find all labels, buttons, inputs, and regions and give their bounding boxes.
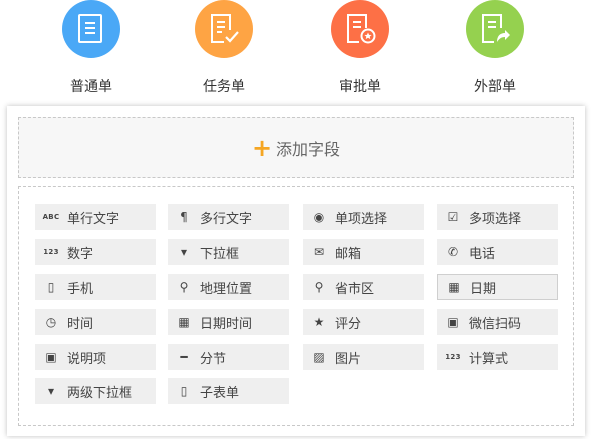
field-type-label: 单项选择 [335, 211, 388, 227]
field-type-tile[interactable]: ☑ 多项选择 [437, 204, 558, 230]
formula-icon: 123 [445, 353, 461, 361]
field-type-label: 日期时间 [200, 316, 253, 332]
field-palette: ABC 单行文字 ¶ 多行文字 ◉ 单项选择 ☑ 多项选择 123 数字 ▾ 下拉框 ✉ 邮箱 ✆ 电话 ▯ 手机… [18, 186, 574, 426]
scan-icon: ▣ [447, 315, 459, 329]
field-type-label: 分节 [200, 351, 227, 367]
field-type-label: 邮箱 [335, 246, 362, 262]
field-type-label: 说明项 [67, 351, 107, 367]
dropdown-icon: ▾ [47, 384, 55, 398]
field-type-tile[interactable]: ▦ 日期时间 [168, 309, 289, 335]
field-type-tile[interactable]: ▾ 两级下拉框 [35, 378, 156, 404]
abc-text-icon: ABC [42, 213, 60, 221]
field-type-tile[interactable]: ¶ 多行文字 [168, 204, 289, 230]
file-icon: ▯ [180, 384, 188, 398]
document-list-icon [62, 0, 120, 58]
field-type-label: 数字 [67, 246, 94, 262]
map-pin-icon: ⚲ [314, 280, 324, 294]
document-check-icon [195, 0, 253, 58]
paragraph-icon: ¶ [180, 210, 188, 224]
field-type-tile[interactable]: ✆ 电话 [437, 239, 558, 265]
image-icon: ▨ [313, 350, 325, 364]
field-type-tile[interactable]: ⚲ 省市区 [303, 274, 424, 300]
divider-icon: ━ [180, 350, 188, 364]
field-type-tile[interactable]: ▾ 下拉框 [168, 239, 289, 265]
field-type-label: 子表单 [200, 385, 240, 401]
document-approve-icon [331, 0, 389, 58]
field-type-tile[interactable]: ▯ 子表单 [168, 378, 289, 404]
field-type-label: 电话 [469, 246, 496, 262]
form-builder-panel: + 添加字段 ABC 单行文字 ¶ 多行文字 ◉ 单项选择 ☑ 多项选择 123 数字 ▾ 下拉框 ✉ 邮… [7, 106, 585, 436]
form-type-label: 任务单 [203, 79, 245, 95]
form-type-row: 普通单 任务单 审批单 外部单 [0, 0, 591, 100]
field-type-tile[interactable]: ▣ 说明项 [35, 344, 156, 370]
plus-icon: + [251, 133, 273, 162]
add-field-label: 添加字段 [276, 139, 341, 159]
form-type-approval[interactable]: 审批单 [305, 0, 415, 96]
field-type-label: 时间 [67, 316, 94, 332]
document-share-icon [466, 0, 524, 58]
field-type-tile[interactable]: ✉ 邮箱 [303, 239, 424, 265]
field-type-tile[interactable]: ★ 评分 [303, 309, 424, 335]
field-type-tile[interactable]: ▣ 微信扫码 [437, 309, 558, 335]
field-type-tile[interactable]: ABC 单行文字 [35, 204, 156, 230]
form-type-label: 外部单 [474, 79, 516, 95]
field-type-tile[interactable]: ▨ 图片 [303, 344, 424, 370]
field-type-label: 两级下拉框 [67, 385, 133, 401]
calendar-icon: ▦ [448, 280, 460, 294]
radio-icon: ◉ [313, 210, 325, 224]
field-type-tile[interactable]: 123 计算式 [437, 344, 558, 370]
field-type-label: 计算式 [469, 351, 509, 367]
envelope-icon: ✉ [313, 245, 325, 259]
form-type-label: 审批单 [339, 79, 381, 95]
field-type-label: 手机 [67, 281, 94, 297]
phone-icon: ✆ [447, 245, 459, 259]
field-type-label: 日期 [470, 281, 497, 297]
form-type-label: 普通单 [70, 79, 112, 95]
field-type-tile[interactable]: 123 数字 [35, 239, 156, 265]
field-type-label: 图片 [335, 351, 362, 367]
form-type-external[interactable]: 外部单 [440, 0, 550, 96]
field-type-tile[interactable]: ▦ 日期 [437, 274, 558, 300]
field-type-label: 下拉框 [200, 246, 240, 262]
number-icon: 123 [43, 248, 59, 256]
map-pin-icon: ⚲ [179, 280, 189, 294]
checkbox-icon: ☑ [447, 210, 459, 224]
field-type-tile[interactable]: ━ 分节 [168, 344, 289, 370]
star-icon: ★ [313, 315, 325, 329]
field-type-tile[interactable]: ⚲ 地理位置 [168, 274, 289, 300]
form-type-task[interactable]: 任务单 [169, 0, 279, 96]
field-type-label: 单行文字 [67, 211, 120, 227]
clock-icon: ◷ [45, 315, 57, 329]
mobile-icon: ▯ [47, 280, 55, 294]
add-field-dropzone[interactable]: + 添加字段 [18, 117, 574, 178]
field-type-label: 评分 [335, 316, 362, 332]
form-type-normal[interactable]: 普通单 [36, 0, 146, 96]
field-type-tile[interactable]: ◉ 单项选择 [303, 204, 424, 230]
calendar-icon: ▦ [178, 315, 190, 329]
field-type-label: 微信扫码 [469, 316, 522, 332]
field-type-label: 地理位置 [200, 281, 253, 297]
field-type-tile[interactable]: ◷ 时间 [35, 309, 156, 335]
field-type-tile[interactable]: ▯ 手机 [35, 274, 156, 300]
field-type-label: 多项选择 [469, 211, 522, 227]
info-card-icon: ▣ [45, 350, 57, 364]
dropdown-icon: ▾ [180, 245, 188, 259]
field-type-label: 省市区 [335, 281, 375, 297]
field-type-label: 多行文字 [200, 211, 253, 227]
